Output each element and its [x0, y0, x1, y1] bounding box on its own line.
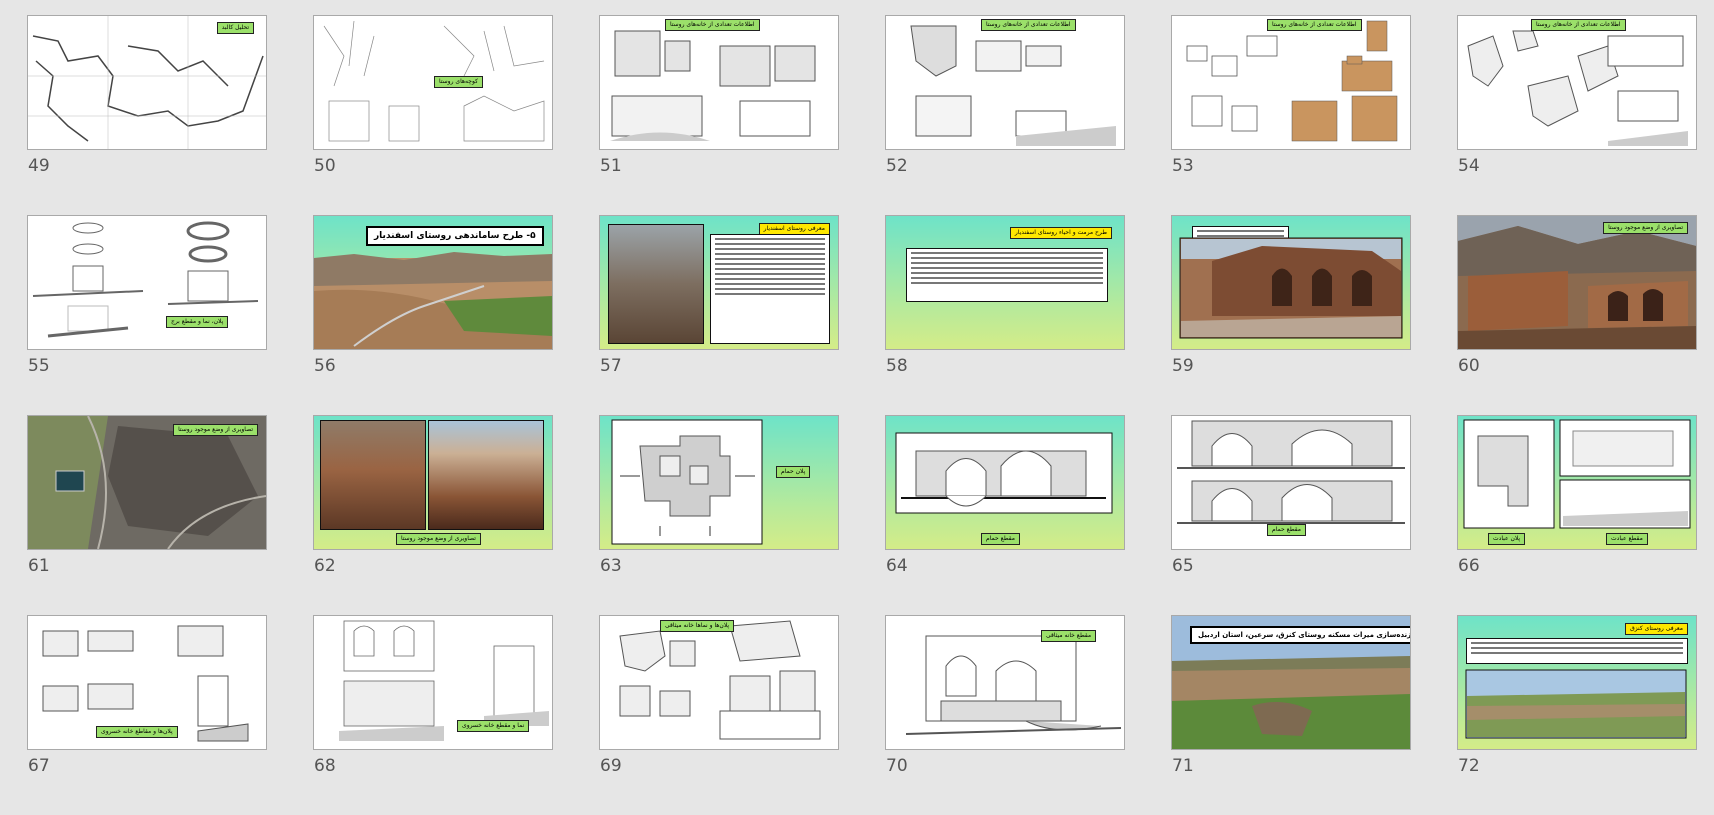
slide-number: 54 — [1458, 156, 1480, 176]
slide-50[interactable]: کوچه‌های روستا 50 — [313, 15, 553, 215]
slide-58[interactable]: طرح مرمت و احیاء روستای اسفندیار 58 — [885, 215, 1125, 415]
slide-thumbnail[interactable]: پلان‌ها و نماها خانه میثاقی — [599, 615, 839, 750]
slide-49[interactable]: تحلیل کالبد 49 — [27, 15, 267, 215]
slide-thumbnail[interactable] — [1171, 215, 1411, 350]
slide-59[interactable]: 59 — [1171, 215, 1411, 415]
village-photo — [320, 420, 426, 530]
slide-thumbnail[interactable]: اطلاعات تعدادی از خانه‌های روستا — [1457, 15, 1697, 150]
slide-title-label: تصاویری از وضع موجود روستا — [173, 424, 258, 436]
slide-title-label: نما و مقطع خانه خسروی — [457, 720, 530, 732]
text-body — [906, 248, 1108, 302]
slide-53[interactable]: اطلاعات تعدادی از خانه‌های روستا 53 — [1171, 15, 1411, 215]
slide-number: 52 — [886, 156, 908, 176]
slide-title-label: ۶- طرح مرمت و باززنده‌سازی میراث مسکنه ر… — [1190, 626, 1410, 644]
slide-thumbnail[interactable]: پلان حمام — [599, 415, 839, 550]
slide-number: 63 — [600, 556, 622, 576]
slide-71[interactable]: ۶- طرح مرمت و باززنده‌سازی میراث مسکنه ر… — [1171, 615, 1411, 815]
slide-sorter-grid: تحلیل کالبد 49 کوچه‌های روستا 50 — [27, 15, 1697, 815]
slide-66[interactable]: پلان عبادت مقطع عبادت 66 — [1457, 415, 1697, 615]
slide-title-label: اطلاعات تعدادی از خانه‌های روستا — [981, 19, 1076, 31]
slide-63[interactable]: پلان حمام 63 — [599, 415, 839, 615]
slide-title-label: تصاویری از وضع موجود روستا — [396, 533, 481, 545]
slide-title-label: پلان عبادت — [1488, 533, 1526, 545]
slide-number: 59 — [1172, 356, 1194, 376]
slide-61[interactable]: تصاویری از وضع موجود روستا 61 — [27, 415, 267, 615]
slide-thumbnail[interactable]: اطلاعات تعدادی از خانه‌های روستا — [599, 15, 839, 150]
slide-thumbnail[interactable]: معرفی روستای اسفندیار — [599, 215, 839, 350]
slide-55[interactable]: پلان، نما و مقطع برج 55 — [27, 215, 267, 415]
slide-number: 71 — [1172, 756, 1194, 776]
slide-72[interactable]: معرفی روستای کنزق 72 — [1457, 615, 1697, 815]
slide-number: 62 — [314, 556, 336, 576]
slide-thumbnail[interactable]: پلان، نما و مقطع برج — [27, 215, 267, 350]
village-photo — [428, 420, 544, 530]
slide-number: 66 — [1458, 556, 1480, 576]
slide-thumbnail[interactable]: اطلاعات تعدادی از خانه‌های روستا — [1171, 15, 1411, 150]
slide-number: 58 — [886, 356, 908, 376]
slide-64[interactable]: مقطع حمام 64 — [885, 415, 1125, 615]
slide-thumbnail[interactable]: طرح مرمت و احیاء روستای اسفندیار — [885, 215, 1125, 350]
slide-number: 67 — [28, 756, 50, 776]
slide-thumbnail[interactable]: تحلیل کالبد — [27, 15, 267, 150]
slide-thumbnail[interactable]: پلان‌ها و مقاطع خانه خسروی — [27, 615, 267, 750]
slide-thumbnail[interactable]: نما و مقطع خانه خسروی — [313, 615, 553, 750]
slide-thumbnail[interactable]: کوچه‌های روستا — [313, 15, 553, 150]
slide-thumbnail[interactable]: تصاویری از وضع موجود روستا — [27, 415, 267, 550]
slide-title-label: مقطع حمام — [1267, 524, 1306, 536]
slide-thumbnail[interactable]: ۵- طرح ساماندهی روستای اسفندیار — [313, 215, 553, 350]
slide-number: 68 — [314, 756, 336, 776]
slide-number: 56 — [314, 356, 336, 376]
slide-69[interactable]: پلان‌ها و نماها خانه میثاقی 69 — [599, 615, 839, 815]
slide-title-label: پلان حمام — [776, 466, 811, 478]
slide-thumbnail[interactable]: مقطع خانه میثاقی — [885, 615, 1125, 750]
slide-57[interactable]: معرفی روستای اسفندیار 57 — [599, 215, 839, 415]
slide-number: 65 — [1172, 556, 1194, 576]
slide-52[interactable]: اطلاعات تعدادی از خانه‌های روستا 52 — [885, 15, 1125, 215]
slide-number: 51 — [600, 156, 622, 176]
slide-number: 72 — [1458, 756, 1480, 776]
slide-number: 49 — [28, 156, 50, 176]
slide-thumbnail[interactable]: پلان عبادت مقطع عبادت — [1457, 415, 1697, 550]
slide-67[interactable]: پلان‌ها و مقاطع خانه خسروی 67 — [27, 615, 267, 815]
slide-number: 64 — [886, 556, 908, 576]
slide-title-label: پلان‌ها و نماها خانه میثاقی — [660, 620, 735, 632]
village-photo — [608, 224, 704, 344]
slide-number: 70 — [886, 756, 908, 776]
slide-title-label: مقطع خانه میثاقی — [1041, 630, 1097, 642]
slide-70[interactable]: مقطع خانه میثاقی 70 — [885, 615, 1125, 815]
slide-title-label: تحلیل کالبد — [216, 22, 254, 34]
slide-number: 61 — [28, 556, 50, 576]
slide-thumbnail[interactable]: ۶- طرح مرمت و باززنده‌سازی میراث مسکنه ر… — [1171, 615, 1411, 750]
slide-title-label: اطلاعات تعدادی از خانه‌های روستا — [1531, 19, 1626, 31]
slide-title-label: مقطع حمام — [981, 533, 1020, 545]
slide-thumbnail[interactable]: تصاویری از وضع موجود روستا — [1457, 215, 1697, 350]
slide-title-label: تصاویری از وضع موجود روستا — [1603, 222, 1688, 234]
slide-60[interactable]: تصاویری از وضع موجود روستا 60 — [1457, 215, 1697, 415]
slide-68[interactable]: نما و مقطع خانه خسروی 68 — [313, 615, 553, 815]
slide-secondary-label: مقطع عبادت — [1606, 533, 1648, 545]
slide-51[interactable]: اطلاعات تعدادی از خانه‌های روستا 51 — [599, 15, 839, 215]
slide-title-label: کوچه‌های روستا — [434, 76, 483, 88]
slide-number: 55 — [28, 356, 50, 376]
slide-thumbnail[interactable]: مقطع حمام — [885, 415, 1125, 550]
slide-title-label: اطلاعات تعدادی از خانه‌های روستا — [665, 19, 760, 31]
slide-number: 50 — [314, 156, 336, 176]
slide-thumbnail[interactable]: تصاویری از وضع موجود روستا — [313, 415, 553, 550]
slide-number: 60 — [1458, 356, 1480, 376]
slide-title-label: پلان، نما و مقطع برج — [166, 316, 229, 328]
text-body — [710, 234, 830, 344]
slide-54[interactable]: اطلاعات تعدادی از خانه‌های روستا 54 — [1457, 15, 1697, 215]
slide-62[interactable]: تصاویری از وضع موجود روستا 62 — [313, 415, 553, 615]
slide-65[interactable]: مقطع حمام 65 — [1171, 415, 1411, 615]
slide-number: 53 — [1172, 156, 1194, 176]
slide-number: 57 — [600, 356, 622, 376]
slide-thumbnail[interactable]: معرفی روستای کنزق — [1457, 615, 1697, 750]
slide-thumbnail[interactable]: مقطع حمام — [1171, 415, 1411, 550]
slide-title-label: طرح مرمت و احیاء روستای اسفندیار — [1009, 227, 1112, 239]
slide-thumbnail[interactable]: اطلاعات تعدادی از خانه‌های روستا — [885, 15, 1125, 150]
slide-56[interactable]: ۵- طرح ساماندهی روستای اسفندیار 56 — [313, 215, 553, 415]
slide-title-label: پلان‌ها و مقاطع خانه خسروی — [96, 726, 178, 738]
slide-number: 69 — [600, 756, 622, 776]
slide-title-label: اطلاعات تعدادی از خانه‌های روستا — [1267, 19, 1362, 31]
